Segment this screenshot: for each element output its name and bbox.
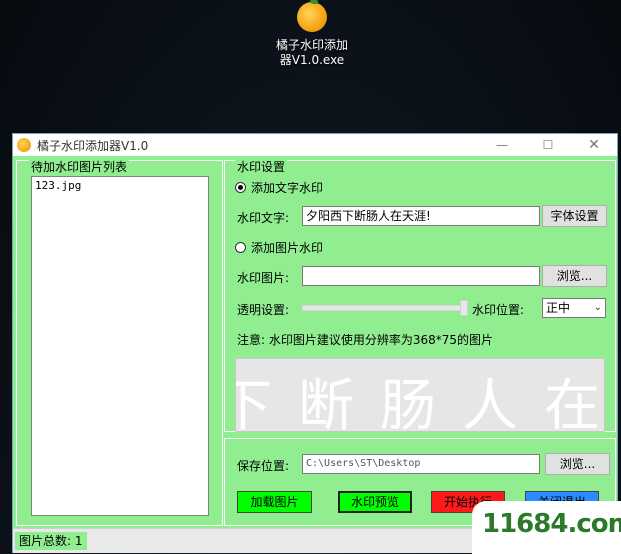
preview-watermark-button[interactable]: 水印预览: [338, 491, 412, 513]
radio-checked-icon: [235, 182, 246, 193]
text-watermark-radio-label: 添加文字水印: [251, 181, 324, 195]
maximize-button[interactable]: ☐: [525, 134, 571, 156]
file-list-group: 待加水印图片列表 123.jpg: [16, 158, 223, 526]
client-area: 待加水印图片列表 123.jpg 水印设置 添加文字水印 水印文字: 夕阳西下断…: [13, 156, 617, 553]
save-location-label: 保存位置:: [237, 459, 290, 473]
list-item[interactable]: 123.jpg: [32, 177, 208, 194]
resolution-note: 注意: 水印图片建议使用分辨率为368*75的图片: [237, 333, 494, 347]
save-location-input[interactable]: C:\Users\ST\Desktop: [302, 454, 540, 474]
opacity-slider-thumb[interactable]: [460, 300, 468, 316]
file-list-legend: 待加水印图片列表: [29, 158, 130, 175]
orange-app-icon: [17, 138, 31, 152]
radio-unchecked-icon: [235, 242, 246, 253]
load-images-button[interactable]: 加载图片: [237, 491, 312, 513]
window-title: 橘子水印添加器V1.0: [37, 138, 149, 153]
browse-image-button[interactable]: 浏览...: [542, 265, 607, 287]
image-count: 图片总数: 1: [15, 532, 87, 550]
browse-save-button[interactable]: 浏览...: [545, 453, 610, 475]
text-watermark-radio[interactable]: 添加文字水印: [235, 179, 323, 196]
orange-icon: [297, 0, 327, 32]
position-select[interactable]: 正中 ⌄: [542, 298, 606, 318]
opacity-slider[interactable]: [302, 305, 466, 311]
close-window-button[interactable]: ✕: [571, 134, 617, 156]
desktop-icon-label-line2: 器V1.0.exe: [279, 53, 345, 67]
site-watermark-text: 11684.com: [482, 509, 621, 539]
watermark-image-input[interactable]: [302, 266, 540, 286]
font-settings-button[interactable]: 字体设置: [542, 205, 607, 227]
image-watermark-radio-label: 添加图片水印: [251, 241, 324, 255]
desktop-app-icon[interactable]: 橘子水印添加 器V1.0.exe: [262, 0, 362, 68]
watermark-text-input[interactable]: 夕阳西下断肠人在天涯!: [302, 206, 540, 226]
opacity-label: 透明设置:: [237, 303, 290, 317]
watermark-text-label: 水印文字:: [237, 211, 290, 225]
image-watermark-radio[interactable]: 添加图片水印: [235, 239, 323, 256]
file-list[interactable]: 123.jpg: [31, 176, 209, 516]
settings-legend: 水印设置: [235, 158, 288, 175]
app-window: 橘子水印添加器V1.0 — ☐ ✕ 待加水印图片列表 123.jpg 水印设置 …: [12, 133, 618, 553]
position-select-value: 正中: [546, 301, 571, 315]
site-watermark-logo: 11684.com: [472, 501, 621, 554]
preview-watermark-text: 下断肠人在: [235, 374, 605, 432]
minimize-button[interactable]: —: [479, 134, 525, 156]
watermark-settings-group: 水印设置 添加文字水印 水印文字: 夕阳西下断肠人在天涯! 字体设置 添加图片水…: [224, 158, 616, 432]
desktop-icon-label-line1: 橘子水印添加: [275, 38, 348, 52]
watermark-image-label: 水印图片:: [237, 271, 290, 285]
chevron-down-icon: ⌄: [593, 302, 602, 313]
position-label: 水印位置:: [472, 303, 525, 317]
title-bar[interactable]: 橘子水印添加器V1.0 — ☐ ✕: [13, 134, 617, 156]
watermark-preview: 下断肠人在: [235, 358, 605, 432]
